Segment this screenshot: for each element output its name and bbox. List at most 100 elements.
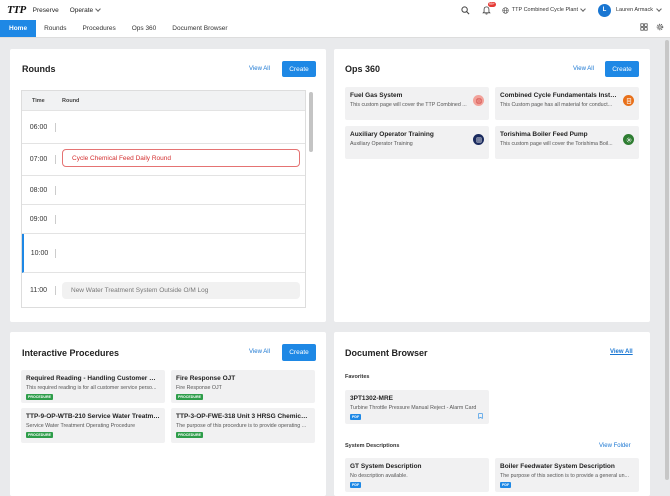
ops360-tile[interactable]: Torishima Boiler Feed Pump This custom p… bbox=[495, 126, 639, 159]
time-row[interactable]: 08:00 bbox=[22, 176, 305, 205]
document-tile[interactable]: GT System Description No description ava… bbox=[345, 458, 489, 492]
procedure-tile[interactable]: TTP-9-OP-WTB-210 Service Water Treatment… bbox=[21, 408, 165, 443]
procedures-view-all-link[interactable]: View All bbox=[249, 349, 270, 355]
calculator-icon bbox=[623, 95, 634, 106]
procedure-tile[interactable]: Fire Response OJT Fire Response OJT PROC… bbox=[171, 370, 315, 403]
tile-title: 3PT1302-MRE bbox=[350, 395, 393, 402]
tile-description: This custom page will cover the Torishim… bbox=[500, 141, 613, 147]
tile-description: This custom page will cover the TTP Comb… bbox=[350, 102, 467, 108]
time-label: 06:00 bbox=[29, 124, 48, 131]
procedures-title: Interactive Procedures bbox=[22, 348, 120, 358]
col-round: Round bbox=[62, 97, 80, 104]
rounds-schedule: Time Round 06:00 07:00 08:00 09:00 10:00… bbox=[21, 90, 306, 308]
chevron-down-icon bbox=[656, 6, 662, 12]
ops360-title: Ops 360 bbox=[345, 64, 381, 74]
time-label: 11:00 bbox=[30, 287, 47, 294]
ops360-view-all-link[interactable]: View All bbox=[573, 66, 594, 72]
tile-title: TTP-9-OP-WTB-210 Service Water Treatment… bbox=[26, 413, 160, 420]
tab-rounds[interactable]: Rounds bbox=[36, 20, 74, 37]
tab-document-browser[interactable]: Document Browser bbox=[164, 20, 235, 37]
avatar[interactable]: L bbox=[598, 3, 611, 17]
tile-description: The purpose of this procedure is to prov… bbox=[176, 423, 307, 429]
operate-menu-label: Operate bbox=[69, 6, 94, 14]
time-label: 09:00 bbox=[29, 215, 48, 223]
user-name: Lauren Armack bbox=[616, 7, 653, 13]
document-tile[interactable]: Boiler Feedwater System Description The … bbox=[495, 458, 639, 492]
time-label: 08:00 bbox=[29, 186, 48, 194]
tile-title: TTP-3-OP-FWE-318 Unit 3 HRSG Chemical In… bbox=[176, 413, 310, 420]
plant-selector[interactable]: TTP Combined Cycle Plant bbox=[502, 6, 586, 14]
chevron-down-icon bbox=[95, 6, 102, 12]
document-tile[interactable]: 3PT1302-MRE Turbine Throttle Pressure Ma… bbox=[345, 390, 489, 424]
plant-name: TTP Combined Cycle Plant bbox=[511, 7, 578, 13]
ops360-tile[interactable]: Auxiliary Operator Training Auxiliary Op… bbox=[345, 126, 489, 159]
tab-procedures[interactable]: Procedures bbox=[74, 20, 123, 37]
procedure-tile[interactable]: Required Reading - Handling Customer Com… bbox=[21, 370, 165, 403]
bell-icon[interactable]: 99+ bbox=[481, 2, 496, 16]
procedure-badge: PROCEDURE bbox=[26, 394, 53, 400]
search-icon[interactable] bbox=[460, 4, 472, 16]
time-label: 07:00 bbox=[29, 156, 48, 163]
tile-title: Boiler Feedwater System Description bbox=[500, 463, 615, 470]
documents-view-all-link[interactable]: View All bbox=[610, 349, 633, 355]
tile-title: Fire Response OJT bbox=[176, 375, 236, 382]
col-time: Time bbox=[32, 97, 45, 104]
tab-ops-360[interactable]: Ops 360 bbox=[124, 20, 165, 37]
tile-description: Turbine Throttle Pressure Manual Reject … bbox=[350, 405, 477, 411]
document-browser-title: Document Browser bbox=[345, 348, 428, 358]
view-folder-link[interactable]: View Folder bbox=[599, 443, 631, 449]
ops360-tile[interactable]: Fuel Gas System This custom page will co… bbox=[345, 87, 489, 120]
system-descriptions-label: System Descriptions bbox=[345, 443, 400, 449]
ops360-create-button[interactable]: Create bbox=[605, 61, 639, 77]
tile-title: Fuel Gas System bbox=[350, 92, 403, 99]
tab-home[interactable]: Home bbox=[0, 20, 37, 37]
schedule-scrollbar[interactable] bbox=[309, 92, 313, 152]
pdf-badge: PDF bbox=[500, 482, 512, 488]
pdf-badge: PDF bbox=[350, 482, 362, 488]
app-name: Preserve bbox=[32, 6, 59, 14]
grid-icon[interactable] bbox=[640, 23, 648, 31]
time-row[interactable]: 09:00 bbox=[22, 205, 305, 234]
grid-icon bbox=[473, 134, 484, 145]
procedure-badge: PROCEDURE bbox=[176, 394, 203, 400]
chevron-down-icon bbox=[580, 6, 586, 12]
globe-icon bbox=[502, 6, 509, 14]
ops360-tile[interactable]: Combined Cycle Fundamentals Instru... Th… bbox=[495, 87, 639, 120]
pdf-badge: PDF bbox=[350, 414, 362, 420]
user-menu[interactable]: Lauren Armack bbox=[616, 6, 662, 13]
tile-description: This required reading is for all custome… bbox=[26, 385, 157, 391]
tile-title: Required Reading - Handling Customer Com… bbox=[26, 375, 160, 382]
tile-title: GT System Description bbox=[350, 463, 422, 470]
procedure-badge: PROCEDURE bbox=[26, 432, 53, 438]
round-event[interactable]: Cycle Chemical Feed Daily Round bbox=[62, 149, 300, 167]
notification-badge: 99+ bbox=[487, 2, 496, 7]
operate-menu[interactable]: Operate bbox=[69, 6, 102, 14]
top-bar: TTP Preserve Operate 99+ TTP Combined Cy… bbox=[0, 0, 670, 20]
gear-icon bbox=[623, 134, 634, 145]
tile-description: Fire Response OJT bbox=[176, 385, 222, 391]
tile-description: This Custom page has all material for co… bbox=[500, 102, 613, 108]
logo[interactable]: TTP bbox=[7, 4, 26, 16]
time-label: 10:00 bbox=[30, 249, 49, 257]
procedure-tile[interactable]: TTP-3-OP-FWE-318 Unit 3 HRSG Chemical In… bbox=[171, 408, 315, 443]
favorites-label: Favorites bbox=[345, 374, 370, 380]
schedule-header: Time Round bbox=[22, 91, 305, 111]
page-scrollbar[interactable] bbox=[665, 40, 669, 480]
rounds-title: Rounds bbox=[22, 64, 56, 74]
tile-description: Service Water Treatment Operating Proced… bbox=[26, 423, 136, 429]
tile-title: Torishima Boiler Feed Pump bbox=[500, 131, 588, 138]
time-row-current[interactable]: 10:00 bbox=[22, 234, 305, 273]
tab-bar: Home Rounds Procedures Ops 360 Document … bbox=[0, 20, 670, 38]
rounds-create-button[interactable]: Create bbox=[282, 61, 316, 77]
procedures-create-button[interactable]: Create bbox=[282, 344, 316, 361]
rounds-view-all-link[interactable]: View All bbox=[249, 66, 270, 72]
round-event[interactable]: New Water Treatment System Outside O/M L… bbox=[62, 282, 300, 299]
bookmark-icon[interactable] bbox=[478, 413, 483, 419]
time-row[interactable]: 06:00 bbox=[22, 112, 305, 144]
procedure-badge: PROCEDURE bbox=[176, 432, 203, 438]
tile-title: Combined Cycle Fundamentals Instru... bbox=[500, 92, 618, 99]
tile-title: Auxiliary Operator Training bbox=[350, 131, 434, 138]
gear-icon[interactable] bbox=[656, 23, 664, 31]
flame-icon bbox=[473, 95, 484, 106]
tile-description: No description available. bbox=[350, 473, 408, 479]
